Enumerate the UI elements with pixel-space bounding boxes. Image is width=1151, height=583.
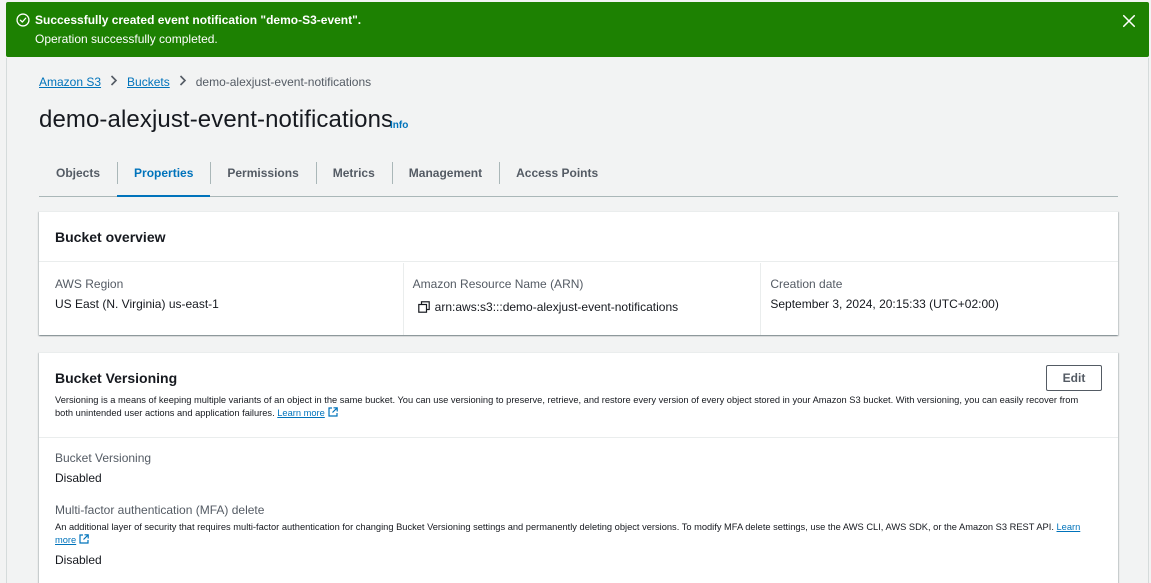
- mfa-delete-field: Multi-factor authentication (MFA) delete…: [55, 503, 1100, 567]
- tab-access-points[interactable]: Access Points: [499, 158, 615, 196]
- arn-value: arn:aws:s3:::demo-alexjust-event-notific…: [434, 300, 679, 314]
- creation-date-value: September 3, 2024, 20:15:33 (UTC+02:00): [770, 297, 999, 311]
- chevron-right-icon: [179, 74, 187, 89]
- region-value: US East (N. Virginia) us-east-1: [55, 297, 219, 311]
- tab-management[interactable]: Management: [391, 158, 499, 196]
- info-link[interactable]: Info: [390, 120, 408, 131]
- flash-title: Successfully created event notification …: [35, 13, 362, 27]
- tab-properties[interactable]: Properties: [117, 158, 211, 197]
- versioning-description-text: Versioning is a means of keeping multipl…: [55, 395, 1079, 418]
- chevron-right-icon: [110, 74, 118, 89]
- close-icon[interactable]: [1122, 14, 1136, 28]
- external-link-icon: [328, 407, 338, 417]
- main-content: Amazon S3 Buckets demo-alexjust-event-no…: [6, 58, 1149, 583]
- bucket-overview-title: Bucket overview: [55, 229, 166, 245]
- edit-versioning-button[interactable]: Edit: [1046, 365, 1102, 391]
- bucket-versioning-panel: Bucket Versioning Edit Versioning is a m…: [39, 352, 1118, 583]
- versioning-learn-more-link[interactable]: Learn more: [277, 408, 325, 418]
- tab-bar: Objects Properties Permissions Metrics M…: [39, 158, 1118, 197]
- bucket-versioning-title: Bucket Versioning: [55, 370, 178, 386]
- mfa-delete-description-text: An additional layer of security that req…: [55, 522, 1054, 532]
- breadcrumb-amazon-s3[interactable]: Amazon S3: [39, 75, 101, 89]
- mfa-delete-value: Disabled: [55, 553, 102, 567]
- versioning-status-value: Disabled: [55, 471, 102, 485]
- arn-value-row: arn:aws:s3:::demo-alexjust-event-notific…: [413, 300, 745, 314]
- external-link-icon: [79, 534, 89, 544]
- breadcrumb-current: demo-alexjust-event-notifications: [195, 74, 372, 89]
- tab-metrics[interactable]: Metrics: [315, 158, 392, 196]
- flash-message: Operation successfully completed.: [35, 32, 218, 46]
- bucket-overview-header: Bucket overview: [39, 212, 1118, 262]
- region-column: AWS Region US East (N. Virginia) us-east…: [39, 263, 403, 335]
- bucket-overview-details: AWS Region US East (N. Virginia) us-east…: [39, 263, 1118, 335]
- tab-objects[interactable]: Objects: [39, 158, 117, 196]
- creation-date-label: Creation date: [770, 277, 843, 291]
- success-flash-banner: Successfully created event notification …: [6, 2, 1149, 57]
- page-title: demo-alexjust-event-notifications: [39, 106, 394, 133]
- region-label: AWS Region: [55, 277, 124, 291]
- check-circle-icon: [16, 13, 30, 27]
- bucket-overview-panel: Bucket overview AWS Region US East (N. V…: [39, 211, 1118, 335]
- bucket-versioning-header: Bucket Versioning Edit Versioning is a m…: [39, 353, 1118, 438]
- arn-label: Amazon Resource Name (ARN): [412, 277, 584, 291]
- mfa-delete-description: An additional layer of security that req…: [55, 521, 1100, 547]
- creation-date-column: Creation date September 3, 2024, 20:15:3…: [760, 263, 1118, 335]
- breadcrumb-buckets[interactable]: Buckets: [127, 75, 170, 89]
- tab-permissions[interactable]: Permissions: [210, 158, 315, 196]
- versioning-description: Versioning is a means of keeping multipl…: [55, 394, 1095, 420]
- versioning-status-label: Bucket Versioning: [55, 451, 152, 465]
- versioning-status-field: Bucket Versioning Disabled: [55, 451, 1100, 485]
- breadcrumb: Amazon S3 Buckets demo-alexjust-event-no…: [39, 74, 371, 89]
- arn-column: Amazon Resource Name (ARN) arn:aws:s3:::…: [402, 263, 761, 335]
- copy-icon[interactable]: [417, 301, 430, 313]
- mfa-delete-label: Multi-factor authentication (MFA) delete: [55, 503, 265, 517]
